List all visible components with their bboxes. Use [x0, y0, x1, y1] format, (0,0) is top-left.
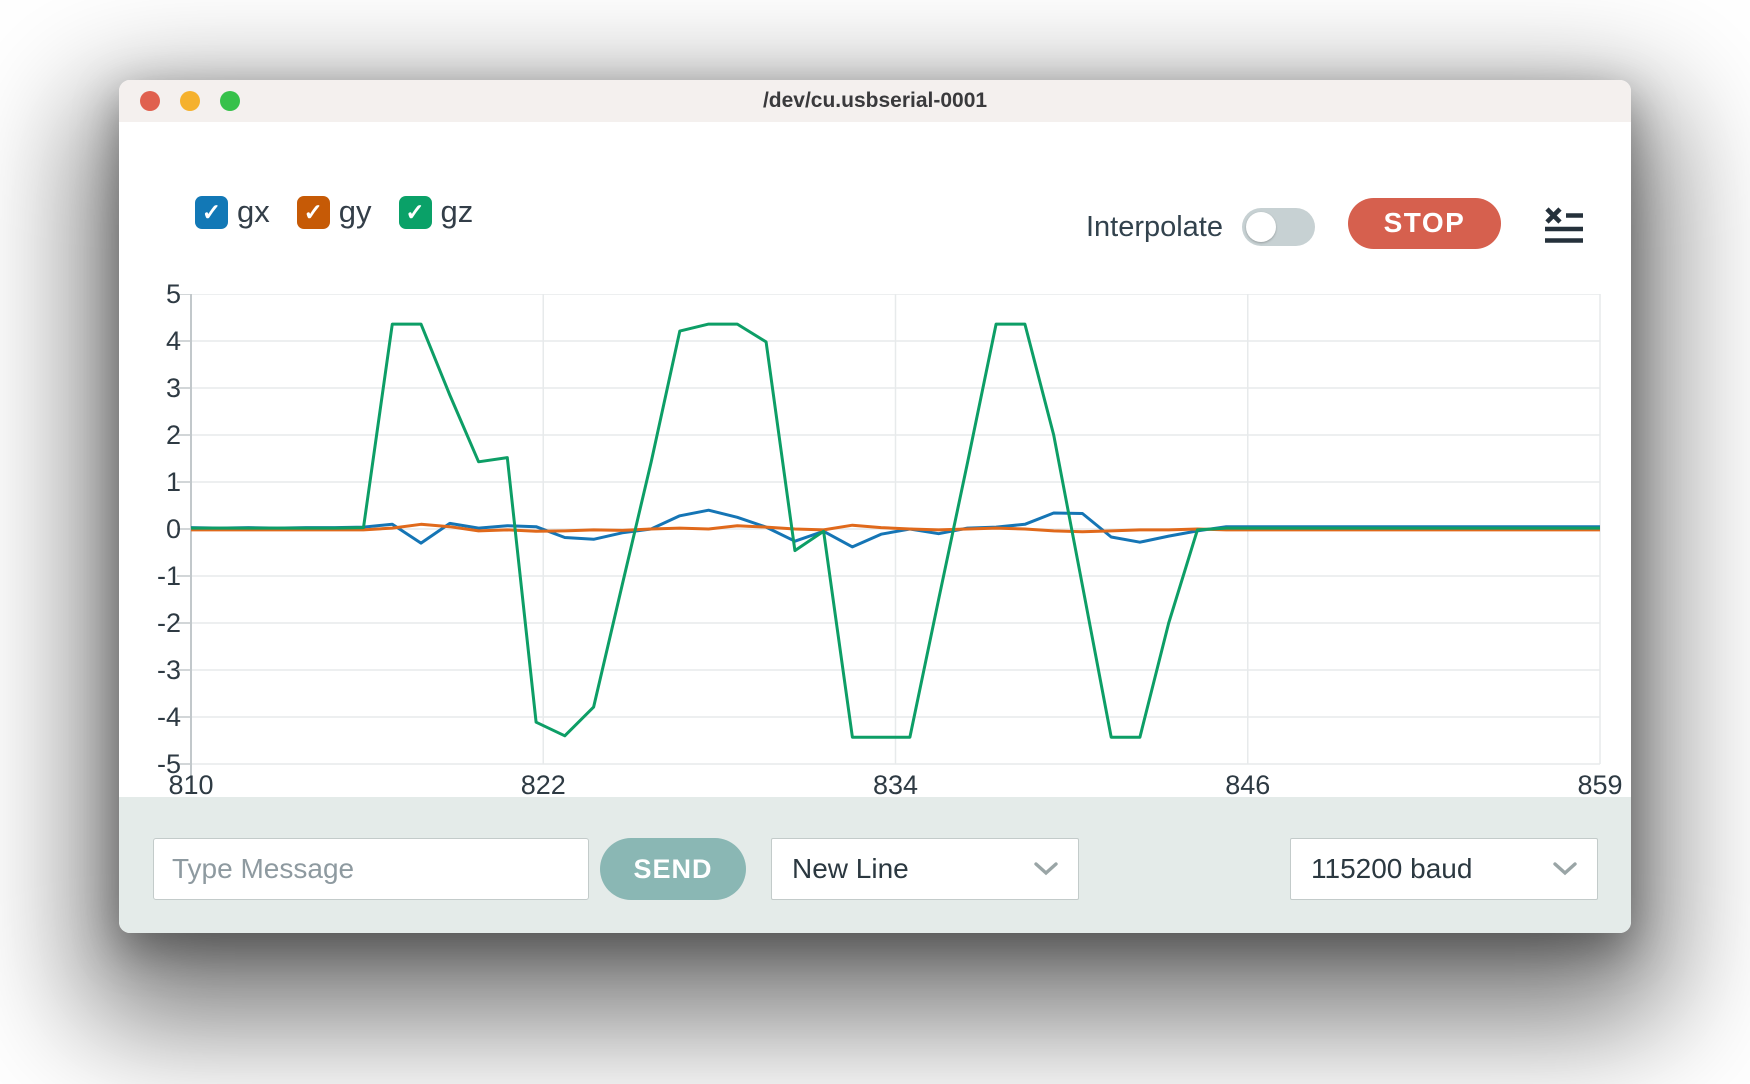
y-tick-label: 0 [119, 513, 181, 545]
series-legend: ✓ gx ✓ gy ✓ gz [195, 194, 473, 230]
gz-label: gz [441, 194, 474, 230]
message-input[interactable] [153, 838, 589, 900]
stop-button[interactable]: STOP [1348, 198, 1501, 249]
app-window: /dev/cu.usbserial-0001 ✓ gx ✓ gy ✓ gz In… [119, 80, 1631, 933]
interpolate-label: Interpolate [1086, 211, 1223, 244]
send-button[interactable]: SEND [600, 838, 746, 900]
y-tick-label: 4 [119, 325, 181, 357]
gy-label: gy [339, 194, 372, 230]
legend-item-gx: ✓ gx [195, 194, 270, 230]
y-tick-label: 2 [119, 419, 181, 451]
clear-list-icon[interactable] [1545, 207, 1583, 243]
line-plot[interactable] [175, 294, 1602, 780]
chevron-down-icon [1034, 862, 1058, 876]
title-bar: /dev/cu.usbserial-0001 [119, 80, 1631, 123]
plot-controls: Interpolate STOP [1086, 197, 1583, 249]
gz-checkbox[interactable]: ✓ [399, 196, 432, 229]
toggle-knob [1246, 212, 1276, 242]
baud-rate-value: 115200 baud [1311, 853, 1472, 885]
y-tick-label: 3 [119, 372, 181, 404]
y-tick-label: -3 [119, 654, 181, 686]
baud-rate-select[interactable]: 115200 baud [1290, 838, 1598, 900]
gx-label: gx [237, 194, 270, 230]
interpolate-toggle[interactable] [1242, 208, 1315, 246]
y-tick-label: -4 [119, 701, 181, 733]
chart-area: ✓ gx ✓ gy ✓ gz Interpolate STOP [119, 122, 1631, 797]
line-ending-value: New Line [792, 853, 909, 885]
legend-item-gy: ✓ gy [297, 194, 372, 230]
y-tick-label: 5 [119, 278, 181, 310]
gx-checkbox[interactable]: ✓ [195, 196, 228, 229]
y-tick-label: -1 [119, 560, 181, 592]
composer-bar: SEND New Line 115200 baud [119, 797, 1631, 933]
chevron-down-icon [1553, 862, 1577, 876]
window-title: /dev/cu.usbserial-0001 [119, 80, 1631, 122]
line-ending-select[interactable]: New Line [771, 838, 1079, 900]
y-tick-label: 1 [119, 466, 181, 498]
legend-item-gz: ✓ gz [399, 194, 474, 230]
y-tick-label: -2 [119, 607, 181, 639]
gy-checkbox[interactable]: ✓ [297, 196, 330, 229]
